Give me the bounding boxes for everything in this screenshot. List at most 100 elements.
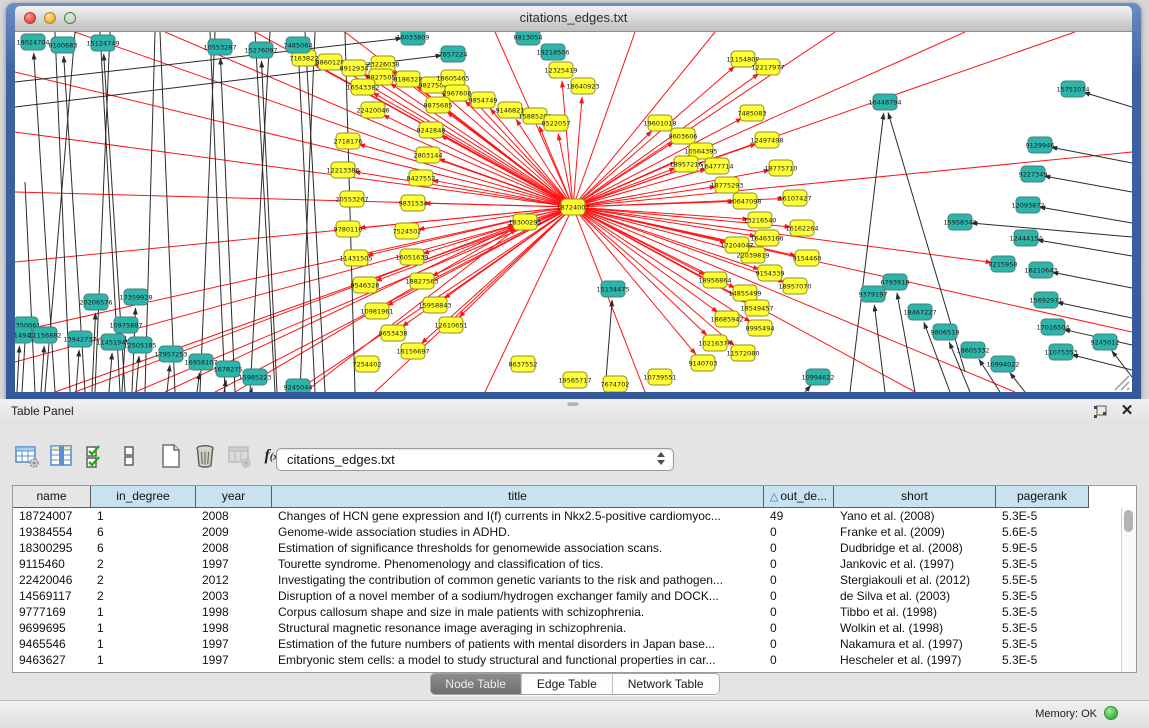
graph-node[interactable]: 16210643 — [1024, 262, 1057, 278]
graph-node[interactable]: 9379197 — [859, 286, 888, 302]
column-header-short[interactable]: short — [834, 486, 996, 508]
graph-node[interactable]: 6793918 — [881, 274, 910, 290]
table-row[interactable]: 946362711997Embryonic stem cells: a mode… — [13, 652, 1136, 668]
graph-node[interactable]: 15985223 — [238, 369, 271, 385]
graph-node[interactable]: 17957253 — [154, 346, 187, 362]
graph-node[interactable]: 16463166 — [750, 230, 783, 246]
graph-node[interactable]: 10553287 — [203, 39, 236, 55]
graph-node[interactable]: 13942737 — [63, 331, 96, 347]
graph-node[interactable]: 8427552 — [407, 170, 436, 186]
table-row[interactable]: 969969511998Structural magnetic resonanc… — [13, 620, 1136, 636]
graph-node[interactable]: 16162264 — [785, 220, 818, 236]
graph-node[interactable]: 9227349 — [1019, 166, 1048, 182]
column-header-year[interactable]: year — [196, 486, 272, 508]
table-row[interactable]: 1456911722003Disruption of a novel membe… — [13, 588, 1136, 604]
graph-node[interactable]: 10994622 — [801, 369, 834, 385]
graph-node[interactable]: 10994022 — [986, 356, 1019, 372]
table-row[interactable]: 977716911998Corpus callosum shape and si… — [13, 604, 1136, 620]
table-row[interactable]: 1938455462009Genome-wide association stu… — [13, 524, 1136, 540]
graph-node[interactable]: 15958843 — [418, 297, 451, 313]
graph-node[interactable]: 18685942 — [710, 311, 743, 327]
graph-node[interactable]: 19601018 — [643, 115, 676, 131]
graph-node[interactable]: 22420046 — [356, 102, 389, 118]
graph-node[interactable]: 12497498 — [750, 132, 783, 148]
table-options-button[interactable] — [10, 439, 44, 473]
graph-node[interactable]: 8522057 — [542, 115, 571, 131]
network-window-titlebar[interactable]: citations_edges.txt — [15, 6, 1132, 32]
graph-node[interactable]: 18300295 — [508, 214, 541, 230]
graph-node[interactable]: 16477714 — [700, 158, 733, 174]
column-header-in_degree[interactable]: in_degree — [91, 486, 196, 508]
graph-node[interactable]: 18605332 — [956, 342, 989, 358]
graph-node[interactable]: 19024704 — [16, 34, 49, 50]
graph-node[interactable]: 18827563 — [405, 273, 438, 289]
graph-node[interactable]: 9653438 — [379, 325, 408, 341]
graph-node[interactable]: 9154460 — [793, 250, 822, 266]
graph-node[interactable]: 18775293 — [710, 177, 743, 193]
graph-node[interactable]: 11572080 — [726, 345, 759, 361]
graph-node[interactable]: 13216540 — [743, 212, 776, 228]
graph-node[interactable]: 17016504 — [1036, 319, 1069, 335]
tab-edge-table[interactable]: Edge Table — [522, 674, 613, 694]
graph-node[interactable]: 9806518 — [931, 324, 960, 340]
citation-network-graph[interactable]: 1872400771638228860128891293423226038982… — [15, 32, 1132, 392]
graph-node[interactable]: 9831534 — [399, 195, 428, 211]
graph-node[interactable]: 20553267 — [335, 191, 368, 207]
graph-node[interactable]: 12444154 — [1009, 230, 1042, 246]
graph-node[interactable]: 9603606 — [669, 128, 698, 144]
graph-node[interactable]: 19218506 — [536, 44, 569, 60]
graph-node[interactable]: 15124749 — [86, 35, 119, 51]
graph-node[interactable]: 9129946 — [1026, 137, 1055, 153]
graph-node[interactable]: 18957216 — [669, 156, 702, 172]
graph-node[interactable]: 8995494 — [746, 320, 775, 336]
graph-node[interactable]: 16107427 — [778, 190, 811, 206]
graph-node[interactable]: 16033809 — [396, 32, 429, 45]
tab-node-table[interactable]: Node Table — [430, 674, 522, 694]
graph-node[interactable]: 19565717 — [558, 372, 591, 388]
scrollbar-thumb[interactable] — [1124, 510, 1133, 532]
deselect-rows-button[interactable] — [112, 439, 146, 473]
graph-node[interactable]: 7524502 — [393, 223, 422, 239]
graph-node[interactable]: 10981961 — [360, 303, 393, 319]
graph-node[interactable]: 18956864 — [698, 272, 731, 288]
select-columns-button[interactable] — [44, 439, 78, 473]
create-column-button[interactable] — [154, 439, 188, 473]
graph-node[interactable]: 9154339 — [756, 265, 785, 281]
table-selector-dropdown[interactable]: citations_edges.txt — [276, 448, 674, 471]
resize-grip-icon[interactable] — [1115, 376, 1129, 390]
graph-node[interactable]: 8912934 — [340, 60, 369, 76]
graph-node[interactable]: 10647098 — [728, 193, 761, 209]
column-header-name[interactable]: name — [13, 486, 91, 508]
graph-node[interactable]: 7485083 — [738, 105, 767, 121]
delete-table-button[interactable] — [188, 439, 222, 473]
graph-node[interactable]: 18467227 — [903, 304, 936, 320]
graph-node[interactable]: 15692971 — [1029, 292, 1062, 308]
graph-node[interactable]: 17359928 — [119, 289, 152, 305]
graph-node[interactable]: 9242848 — [417, 122, 446, 138]
graph-node[interactable]: 11075353 — [1044, 344, 1077, 360]
network-canvas[interactable]: 1872400771638228860128891293423226038982… — [15, 32, 1132, 392]
graph-node[interactable]: 18724007 — [556, 199, 589, 215]
graph-node[interactable]: 9245012 — [1091, 334, 1120, 350]
select-all-rows-button[interactable] — [78, 439, 112, 473]
graph-node[interactable]: 8100683 — [49, 37, 78, 53]
graph-node[interactable]: 8637552 — [509, 356, 538, 372]
graph-node[interactable]: 9875685 — [424, 97, 453, 113]
graph-node[interactable]: 15276097 — [244, 42, 277, 58]
graph-node[interactable]: 16156697 — [396, 343, 429, 359]
table-row[interactable]: 946554611997Estimation of the future num… — [13, 636, 1136, 652]
panel-drag-handle[interactable] — [567, 401, 579, 406]
column-header-pagerank[interactable]: pagerank — [996, 486, 1089, 508]
table-row[interactable]: 1872400712008Changes of HCN gene express… — [13, 508, 1136, 524]
column-header-title[interactable]: title — [272, 486, 764, 508]
graph-node[interactable]: 15134475 — [596, 281, 629, 297]
graph-node[interactable]: 12325419 — [544, 62, 577, 78]
graph-node[interactable]: 7485064 — [284, 37, 313, 53]
graph-node[interactable]: 9140703 — [689, 355, 718, 371]
table-row[interactable]: 2242004622012Investigating the contribut… — [13, 572, 1136, 588]
graph-node[interactable]: 9546328 — [351, 277, 380, 293]
graph-node[interactable]: 12213386 — [326, 162, 359, 178]
graph-node[interactable]: 17204047 — [720, 237, 753, 253]
graph-node[interactable]: 12610651 — [434, 317, 467, 333]
graph-node[interactable]: 9245044 — [284, 379, 313, 392]
